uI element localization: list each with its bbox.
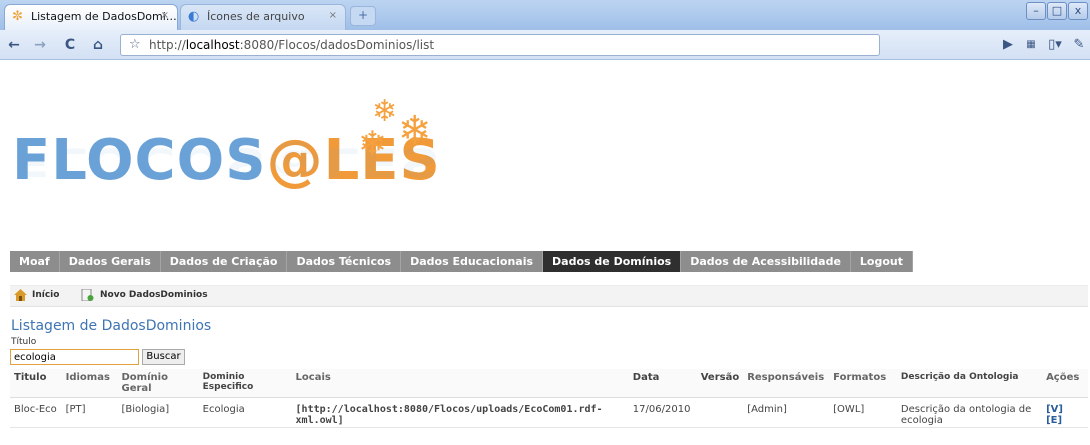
close-tab-icon[interactable]: × bbox=[161, 10, 169, 21]
new-dadosdominios-link[interactable]: Novo DadosDominios bbox=[100, 290, 208, 300]
maximize-button[interactable]: □ bbox=[1047, 2, 1067, 20]
cell-idiomas: [PT] bbox=[65, 404, 86, 415]
nav-item-dados-gerais[interactable]: Dados Gerais bbox=[60, 251, 161, 272]
action-bar: Início Novo DadosDominios bbox=[10, 285, 1088, 307]
nav-item-dados-criacao[interactable]: Dados de Criação bbox=[161, 251, 288, 272]
bookmark-star-icon[interactable]: ☆ bbox=[129, 37, 141, 52]
col-header-dominio-especifico[interactable]: Dominio Especifico bbox=[198, 369, 292, 398]
titulo-filter-label: Título bbox=[11, 337, 37, 347]
cell-formatos: [OWL] bbox=[833, 404, 865, 415]
col-header-descricao[interactable]: Descrição da Ontologia bbox=[896, 369, 1043, 398]
buscar-button[interactable]: Buscar bbox=[142, 349, 185, 365]
table-header-row: Titulo Idiomas Domínio Geral Dominio Esp… bbox=[10, 369, 1088, 398]
snowflake-icon: ❄ bbox=[358, 124, 387, 164]
nav-item-moaf[interactable]: Moaf bbox=[10, 251, 60, 272]
col-header-versao[interactable]: Versão bbox=[696, 369, 744, 398]
nav-item-dados-educacionais[interactable]: Dados Educacionais bbox=[401, 251, 544, 272]
tab-title: Listagem de DadosDomi… bbox=[31, 10, 177, 23]
home-icon[interactable]: ⌂ bbox=[88, 36, 108, 54]
reload-icon[interactable]: C bbox=[60, 36, 80, 54]
nav-item-dados-tecnicos[interactable]: Dados Técnicos bbox=[287, 251, 402, 272]
tab-title: Ícones de arquivo bbox=[207, 10, 305, 23]
col-header-idiomas[interactable]: Idiomas bbox=[61, 369, 118, 398]
cell-dominio-geral: [Biologia] bbox=[121, 404, 170, 415]
nav-item-dados-dominios[interactable]: Dados de Domínios bbox=[543, 251, 682, 272]
browser-tab-inactive[interactable]: ◐ Ícones de arquivo × bbox=[180, 4, 346, 30]
translate-icon[interactable]: ▦ bbox=[1022, 36, 1040, 54]
col-header-data[interactable]: Data bbox=[628, 369, 697, 398]
edit-link[interactable]: [E] bbox=[1046, 415, 1084, 426]
url-prefix: http:// bbox=[149, 38, 186, 52]
home-link[interactable]: Início bbox=[32, 290, 59, 300]
browser-tab-bar: ✼ Listagem de DadosDomi… × ◐ Ícones de a… bbox=[0, 0, 1090, 30]
browser-toolbar: ← → C ⌂ ☆ http://localhost:8080/Flocos/d… bbox=[0, 30, 1090, 60]
col-header-formatos[interactable]: Formatos bbox=[829, 369, 897, 398]
col-header-dominio-geral[interactable]: Domínio Geral bbox=[117, 369, 199, 398]
wrench-icon[interactable]: ✎ bbox=[1070, 36, 1088, 54]
snowflake-icon: ❄ bbox=[398, 108, 432, 154]
back-arrow-icon[interactable]: ← bbox=[4, 36, 24, 54]
cell-versao bbox=[697, 398, 743, 430]
browser-tab-active[interactable]: ✼ Listagem de DadosDomi… × bbox=[4, 4, 178, 30]
page-menu-icon[interactable]: ▯▾ bbox=[1044, 36, 1066, 54]
cell-titulo: Bloc-Eco bbox=[14, 404, 57, 415]
forward-arrow-icon[interactable]: → bbox=[30, 36, 50, 54]
minimize-button[interactable]: – bbox=[1026, 2, 1046, 20]
cell-locais: [http://localhost:8080/Flocos/uploads/Ec… bbox=[295, 404, 603, 426]
page-title: Listagem de DadosDominios bbox=[11, 318, 212, 334]
main-navigation: Moaf Dados Gerais Dados de Criação Dados… bbox=[10, 251, 913, 272]
play-icon[interactable]: ▶ bbox=[1000, 36, 1016, 54]
new-tab-button[interactable]: + bbox=[350, 6, 376, 26]
table-bottom-divider bbox=[10, 427, 1088, 428]
cell-data: 17/06/2010 bbox=[632, 404, 691, 415]
new-document-icon bbox=[81, 289, 94, 301]
results-table: Titulo Idiomas Domínio Geral Dominio Esp… bbox=[10, 369, 1088, 429]
titulo-search-input[interactable] bbox=[10, 349, 139, 365]
cell-descricao: Descrição da ontologia de ecologia bbox=[900, 404, 1032, 426]
nav-item-logout[interactable]: Logout bbox=[851, 251, 913, 272]
col-header-acoes: Ações bbox=[1042, 369, 1088, 398]
address-bar[interactable]: ☆ http://localhost:8080/Flocos/dadosDomi… bbox=[120, 34, 880, 56]
col-header-locais[interactable]: Locais bbox=[291, 369, 629, 398]
cell-dominio-especifico: Ecologia bbox=[202, 404, 245, 415]
table-row: Bloc-Eco [PT] [Biologia] Ecologia [http:… bbox=[10, 398, 1088, 430]
close-tab-icon[interactable]: × bbox=[329, 10, 337, 21]
cell-acoes: [V] [E] bbox=[1042, 398, 1088, 430]
snowflake-favicon-icon: ✼ bbox=[12, 9, 23, 24]
col-header-responsaveis[interactable]: Responsáveis bbox=[743, 369, 830, 398]
loading-favicon-icon: ◐ bbox=[188, 9, 200, 24]
col-header-titulo[interactable]: Titulo bbox=[10, 369, 62, 398]
url-host: localhost bbox=[185, 38, 240, 52]
url-rest: :8080/Flocos/dadosDominios/list bbox=[239, 38, 435, 52]
nav-item-dados-acessibilidade[interactable]: Dados de Acessibilidade bbox=[681, 251, 851, 272]
home-icon bbox=[14, 289, 27, 301]
cell-responsaveis: [Admin] bbox=[747, 404, 787, 415]
view-link[interactable]: [V] bbox=[1046, 404, 1084, 415]
close-window-button[interactable]: x bbox=[1068, 2, 1088, 20]
